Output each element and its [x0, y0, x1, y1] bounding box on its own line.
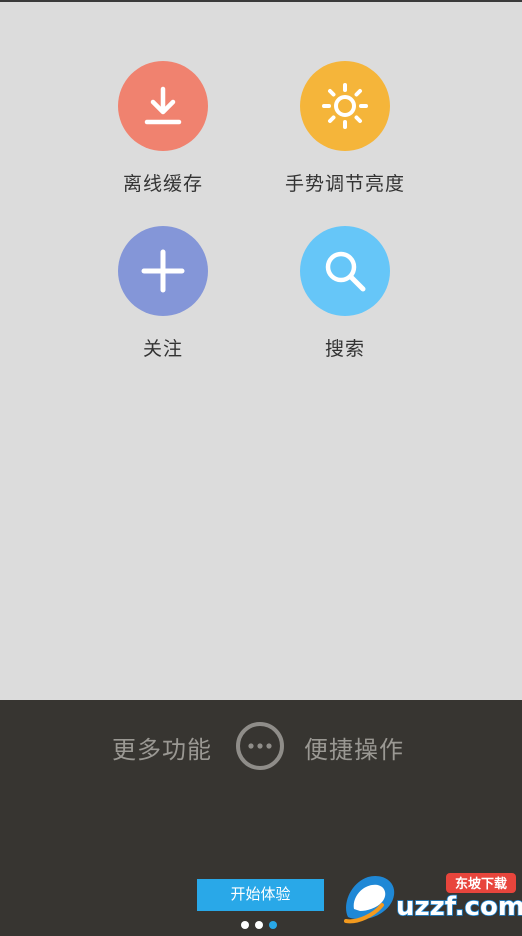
feature-gesture-brightness[interactable]: 手势调节亮度 — [265, 61, 425, 196]
feature-grid: 离线缓存 手势调节亮度 关注 搜索 — [0, 0, 522, 700]
feature-search[interactable]: 搜索 — [265, 226, 425, 361]
download-icon — [144, 86, 182, 125]
sun-icon — [322, 83, 368, 129]
more-features-label: 更多功能 — [112, 736, 212, 764]
start-experience-button[interactable]: 开始体验 — [197, 879, 324, 911]
feature-follow[interactable]: 关注 — [83, 226, 243, 361]
search-icon — [325, 251, 366, 292]
feature-label: 关注 — [142, 338, 183, 360]
plus-icon — [141, 249, 185, 293]
feature-label: 手势调节亮度 — [284, 173, 405, 195]
page-dot[interactable] — [241, 921, 249, 929]
search-badge — [300, 226, 390, 316]
feature-offline-cache[interactable]: 离线缓存 — [83, 61, 243, 196]
page-dot-active[interactable] — [269, 921, 277, 929]
page-dot[interactable] — [255, 921, 263, 929]
feature-label: 离线缓存 — [122, 173, 203, 195]
follow-badge — [118, 226, 208, 316]
more-features-row: 更多功能 便捷操作 — [0, 720, 522, 772]
watermark-brand: uzzf.com — [396, 892, 522, 922]
feature-label: 搜索 — [324, 338, 365, 360]
quick-actions-label: 便捷操作 — [304, 736, 404, 764]
more-dots-icon[interactable] — [236, 722, 284, 770]
page-indicator — [241, 921, 281, 931]
watermark-logo: 东坡下载 uzzf.com — [338, 865, 522, 929]
watermark-tagline: 东坡下载 — [455, 876, 507, 892]
gesture-brightness-badge — [300, 61, 390, 151]
offline-cache-badge — [118, 61, 208, 151]
